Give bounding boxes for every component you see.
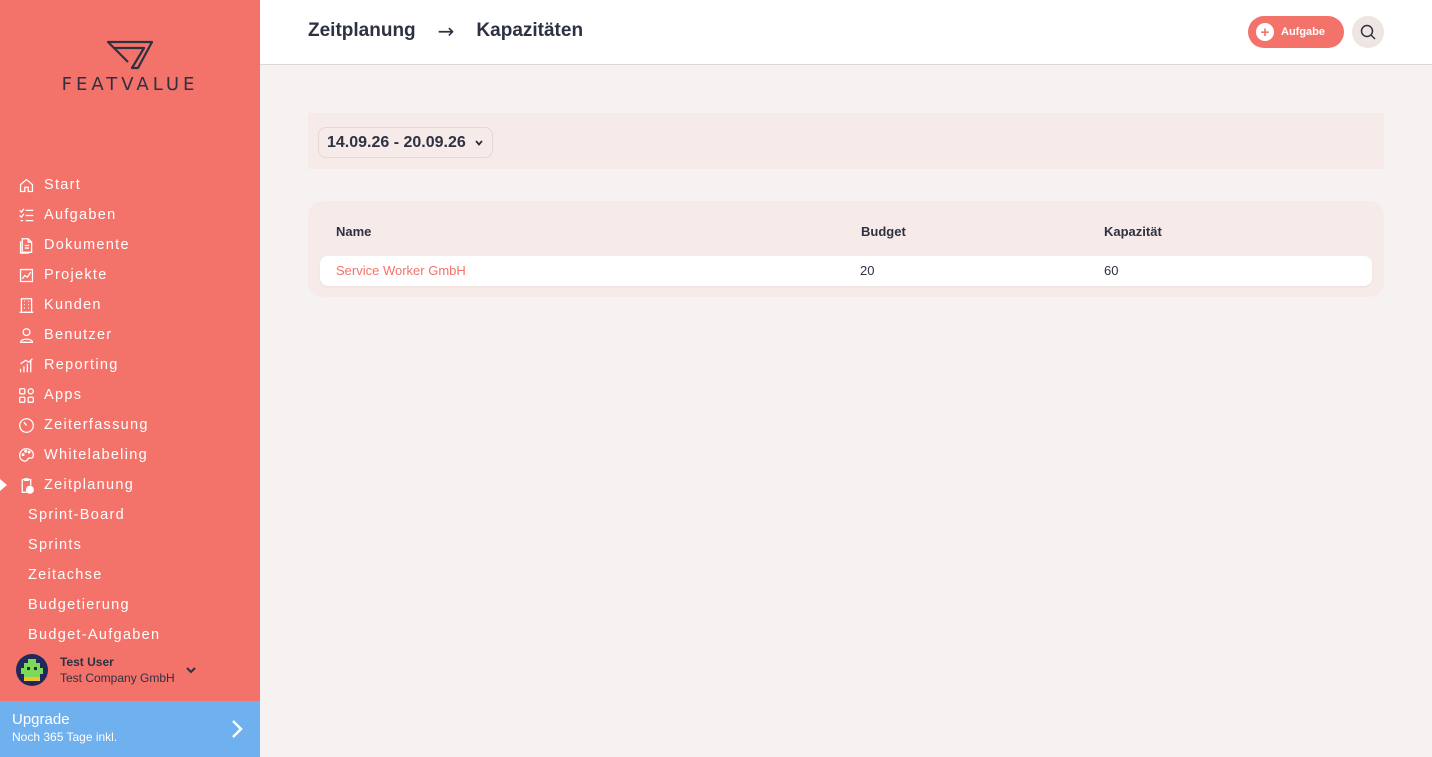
sidebar-item-label: Benutzer <box>44 327 113 343</box>
sidebar-item-benutzer[interactable]: Benutzer <box>0 320 260 350</box>
column-header-name: Name <box>336 224 372 239</box>
sidebar-item-apps[interactable]: Apps <box>0 380 260 410</box>
upgrade-title: Upgrade <box>12 711 70 728</box>
bar-chart-icon <box>16 355 36 375</box>
clipboard-clock-icon <box>16 475 36 495</box>
chevron-down-icon <box>475 139 483 146</box>
stopwatch-icon <box>16 415 36 435</box>
sidebar-item-label: Kunden <box>44 297 102 313</box>
sidebar-item-label: Dokumente <box>44 237 130 253</box>
row-name[interactable]: Service Worker GmbH <box>336 263 466 278</box>
sidebar-item-label: Apps <box>44 387 83 403</box>
sidebar-item-start[interactable]: Start <box>0 170 260 200</box>
project-chart-icon <box>16 265 36 285</box>
capacity-table: Name Budget Kapazität Service Worker Gmb… <box>308 201 1384 297</box>
sidebar-item-dokumente[interactable]: Dokumente <box>0 230 260 260</box>
sidebar-subitem-budgetierung[interactable]: Budgetierung <box>0 590 260 620</box>
sidebar-item-aufgaben[interactable]: Aufgaben <box>0 200 260 230</box>
upgrade-banner[interactable]: Upgrade Noch 365 Tage inkl. <box>0 701 260 757</box>
apps-grid-icon <box>16 385 36 405</box>
week-range-select[interactable]: 14.09.26 - 20.09.26 <box>318 127 493 158</box>
breadcrumb-arrow-icon: → <box>437 19 455 43</box>
chevron-down-icon[interactable] <box>185 664 197 676</box>
breadcrumb-current: Kapazitäten <box>476 20 584 41</box>
sidebar-item-kunden[interactable]: Kunden <box>0 290 260 320</box>
sidebar-item-reporting[interactable]: Reporting <box>0 350 260 380</box>
sidebar-item-label: Reporting <box>44 357 119 373</box>
avatar <box>16 654 48 686</box>
sidebar-item-zeiterfassung[interactable]: Zeiterfassung <box>0 410 260 440</box>
sidebar-item-label: Start <box>44 177 82 193</box>
home-icon <box>16 175 36 195</box>
week-range-value: 14.09.26 - 20.09.26 <box>327 133 466 151</box>
sidebar-subitem-sprint-board[interactable]: Sprint-Board <box>0 500 260 530</box>
logo-text: FEATVALUE <box>61 74 199 95</box>
sidebar-item-label: Zeitplanung <box>44 477 135 493</box>
sidebar-item-label: Whitelabeling <box>44 447 148 463</box>
user-name: Test User <box>60 655 114 669</box>
sidebar-item-projekte[interactable]: Projekte <box>0 260 260 290</box>
row-capacity: 60 <box>1104 263 1119 278</box>
task-list-icon <box>16 205 36 225</box>
palette-icon <box>16 445 36 465</box>
logo-icon <box>106 40 154 70</box>
building-icon <box>16 295 36 315</box>
upgrade-subtitle: Noch 365 Tage inkl. <box>12 730 118 744</box>
user-menu[interactable]: Test User Test Company GmbH <box>16 652 246 688</box>
user-icon <box>16 325 36 345</box>
add-task-label: Aufgabe <box>1281 26 1325 38</box>
sidebar-item-label: Aufgaben <box>44 207 117 223</box>
column-header-budget: Budget <box>861 224 906 239</box>
sidebar-item-label: Zeiterfassung <box>44 417 149 433</box>
sidebar-subitem-sprints[interactable]: Sprints <box>0 530 260 560</box>
chevron-right-icon <box>232 720 243 738</box>
column-header-capacity: Kapazität <box>1104 224 1162 239</box>
row-budget: 20 <box>860 263 875 278</box>
sidebar-item-zeitplanung[interactable]: Zeitplanung <box>0 470 260 500</box>
filter-bar: 14.09.26 - 20.09.26 <box>308 113 1384 169</box>
search-icon <box>1360 24 1376 40</box>
document-icon <box>16 235 36 255</box>
breadcrumb-parent[interactable]: Zeitplanung <box>308 20 416 42</box>
avatar-pixel-icon <box>21 659 43 681</box>
search-button[interactable] <box>1352 16 1384 48</box>
sidebar-subitem-zeitachse[interactable]: Zeitachse <box>0 560 260 590</box>
table-row[interactable]: Service Worker GmbH 20 60 <box>320 256 1372 286</box>
sidebar-item-whitelabeling[interactable]: Whitelabeling <box>0 440 260 470</box>
sidebar: FEATVALUE Start Aufgaben Dokumente Proje… <box>0 0 260 757</box>
sidebar-item-label: Projekte <box>44 267 108 283</box>
breadcrumb: Zeitplanung → Kapazitäten <box>308 19 583 43</box>
plus-icon: + <box>1256 23 1274 41</box>
user-company: Test Company GmbH <box>60 671 175 685</box>
sidebar-subitem-budget-aufgaben[interactable]: Budget-Aufgaben <box>0 620 260 650</box>
top-header: Zeitplanung → Kapazitäten + Aufgabe <box>260 0 1432 65</box>
sidebar-nav: Start Aufgaben Dokumente Projekte Kunden… <box>0 170 260 650</box>
logo[interactable]: FEATVALUE <box>0 40 260 95</box>
add-task-button[interactable]: + Aufgabe <box>1248 16 1344 48</box>
